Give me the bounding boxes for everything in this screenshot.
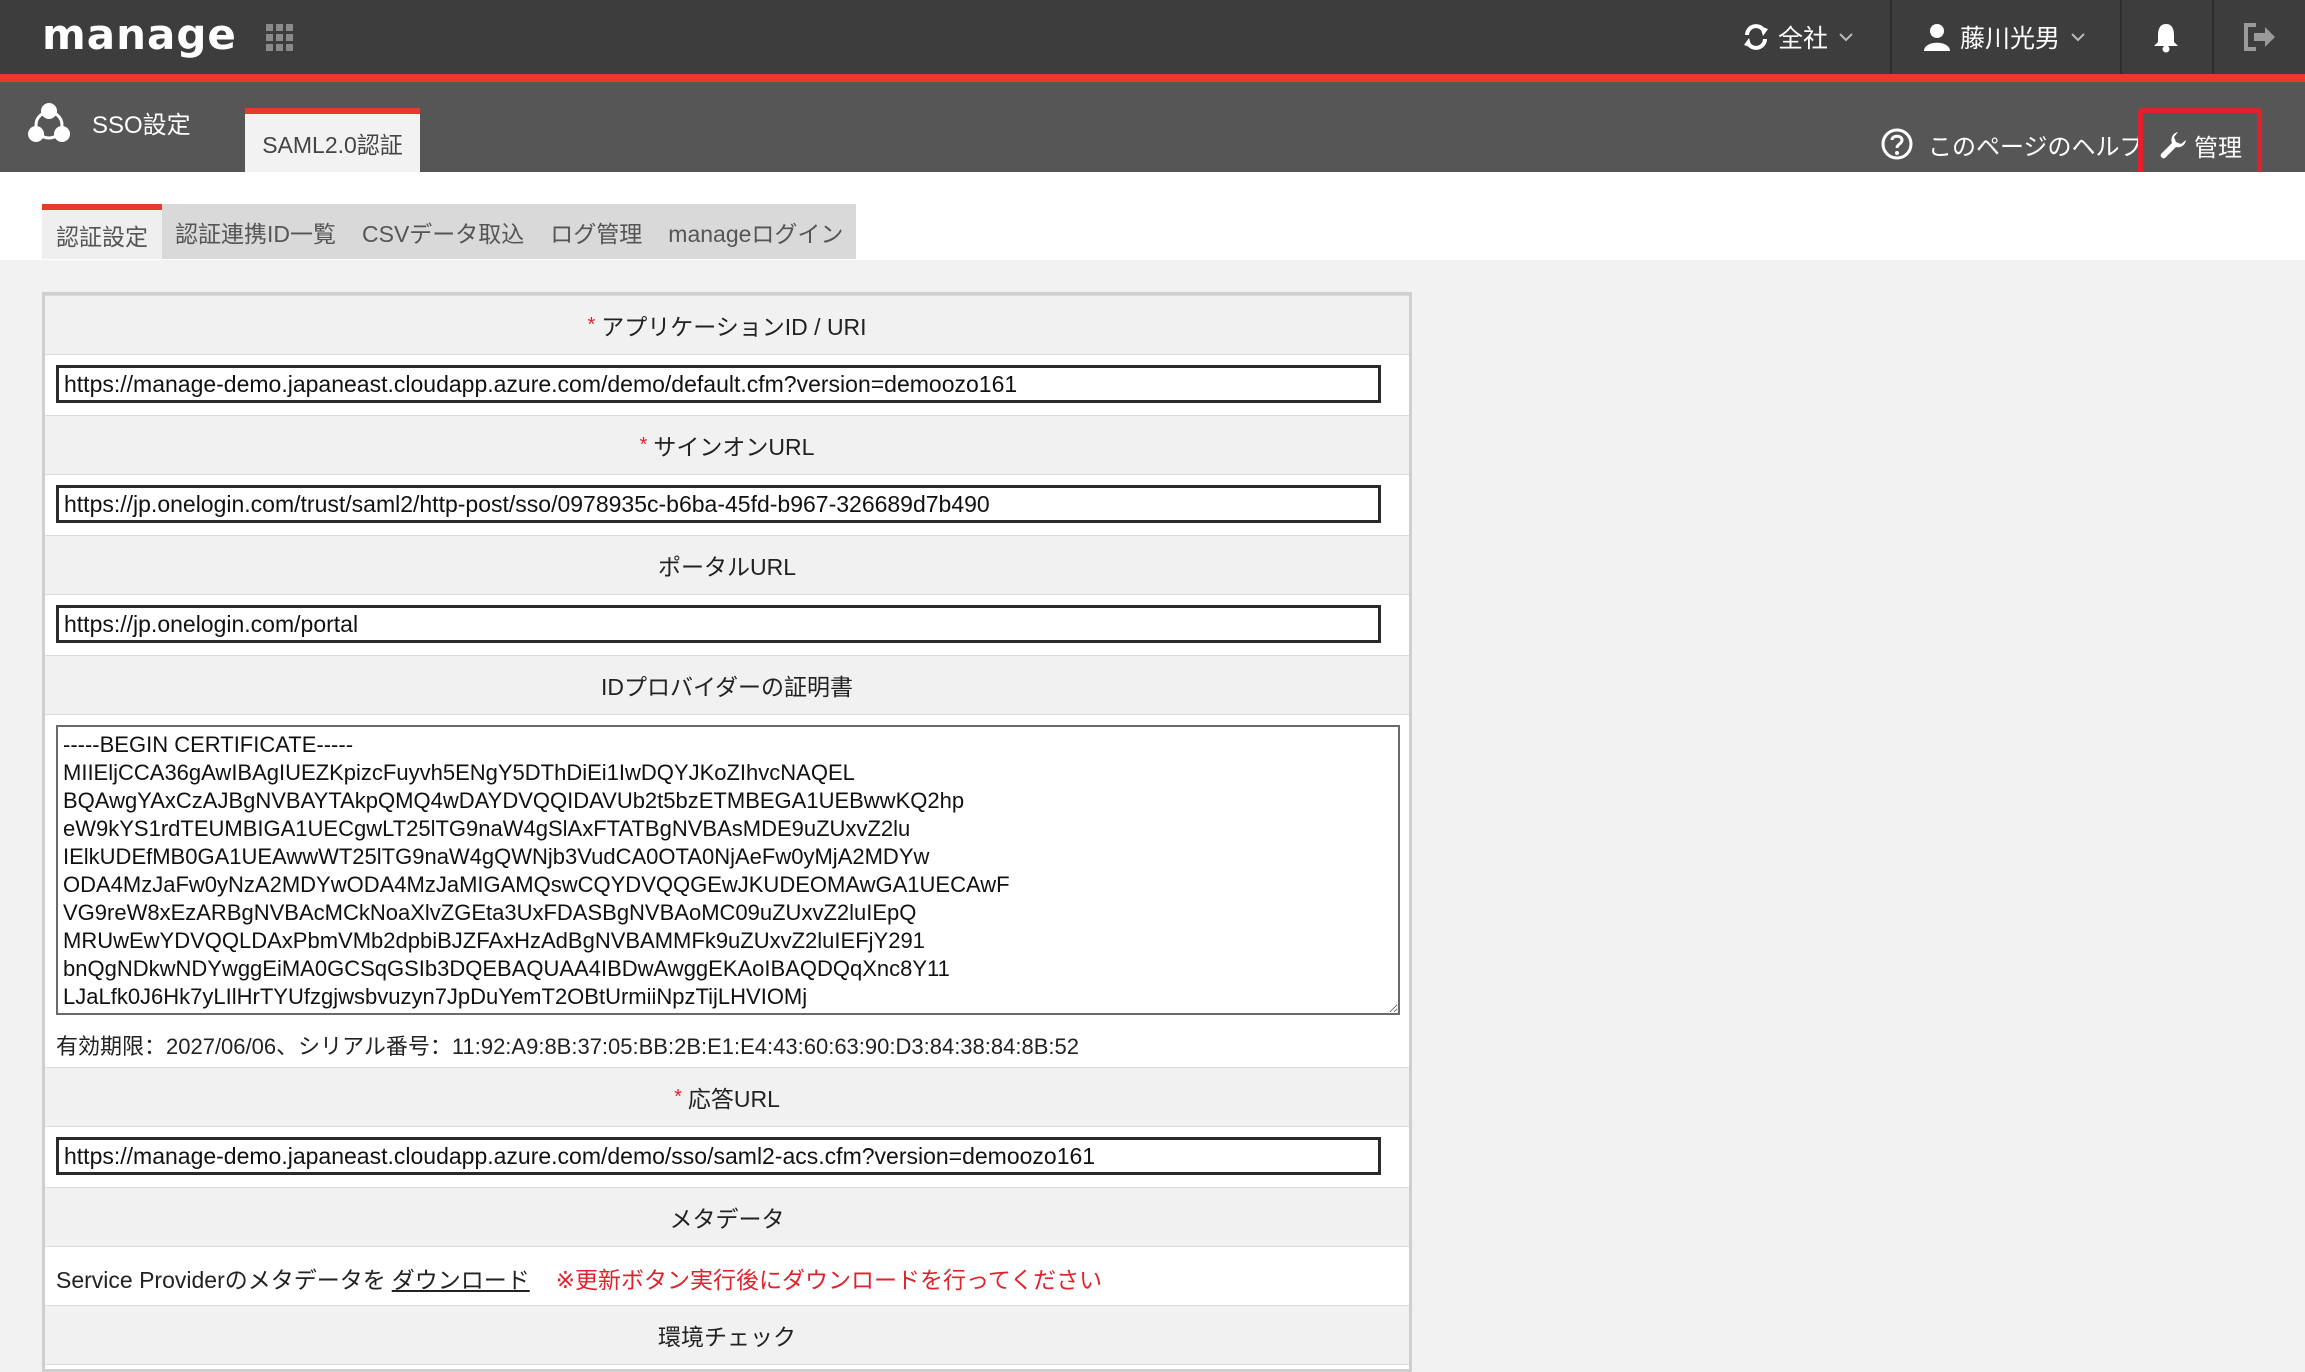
chevron-down-icon xyxy=(1839,33,1853,42)
metadata-warning: ※更新ボタン実行後にダウンロードを行ってください xyxy=(555,1267,1103,1293)
help-label: このページのヘルプ xyxy=(1928,133,2138,161)
app-grid-icon[interactable] xyxy=(264,22,296,54)
metadata-header: メタデータ xyxy=(45,1187,1409,1247)
user-menu[interactable]: 藤川光男 xyxy=(1922,0,2086,74)
tab-csv-import[interactable]: CSVデータ取込 xyxy=(349,204,537,259)
user-icon xyxy=(1924,24,1950,51)
sub-header: SSO設定 SAML2.0認証 このページのヘルプ xyxy=(0,82,2305,172)
logout-button[interactable] xyxy=(2240,0,2280,74)
company-switcher[interactable]: 全社 xyxy=(1740,0,1854,74)
settings-tabs: 認証設定 認証連携ID一覧 CSVデータ取込 ログ管理 manageログイン xyxy=(42,204,857,259)
top-navbar: manage 全社 藤川光男 xyxy=(0,0,2305,82)
idp-cert-header: IDプロバイダーの証明書 xyxy=(45,655,1409,715)
cert-expiry-info: 有効期限：2027/06/06、シリアル番号：11:92:A9:8B:37:05… xyxy=(56,1034,1079,1059)
tab-auth-id-list[interactable]: 認証連携ID一覧 xyxy=(162,204,349,259)
help-link[interactable]: このページのヘルプ xyxy=(1880,124,2138,164)
logout-icon xyxy=(2244,23,2275,51)
help-icon xyxy=(1881,128,1913,160)
acs-url-input[interactable] xyxy=(56,1137,1381,1175)
app-logo[interactable]: manage xyxy=(42,6,237,64)
app-id-label: アプリケーションID / URI xyxy=(601,314,867,340)
divider xyxy=(2212,0,2214,74)
portal-url-input[interactable] xyxy=(56,605,1381,643)
env-check-label: 環境チェック xyxy=(658,1324,796,1350)
signon-url-header: * サインオンURL xyxy=(45,415,1409,475)
tab-manage-login[interactable]: manageログイン xyxy=(655,204,856,259)
notifications-button[interactable] xyxy=(2148,0,2184,74)
tab-log-management[interactable]: ログ管理 xyxy=(537,204,655,259)
tab-auth-settings[interactable]: 認証設定 xyxy=(42,204,162,259)
portal-url-label: ポータルURL xyxy=(657,554,796,580)
metadata-label: メタデータ xyxy=(669,1206,785,1232)
sso-icon xyxy=(28,103,70,142)
chevron-down-icon xyxy=(2071,33,2085,42)
bell-icon xyxy=(2154,24,2178,53)
acs-url-label: 応答URL xyxy=(687,1086,780,1112)
metadata-prefix: Service Providerのメタデータを xyxy=(56,1267,386,1293)
divider xyxy=(2120,0,2122,74)
wrench-icon xyxy=(2160,132,2186,159)
required-mark: * xyxy=(587,313,596,336)
required-mark: * xyxy=(674,1085,682,1108)
metadata-row: Service Providerのメタデータを ダウンロード ※更新ボタン実行後にダ… xyxy=(56,1261,1102,1295)
refresh-icon xyxy=(1744,24,1768,50)
app-id-input[interactable] xyxy=(56,365,1381,403)
admin-label: 管理 xyxy=(2194,134,2242,162)
idp-cert-label: IDプロバイダーの証明書 xyxy=(600,674,854,700)
acs-url-header: * 応答URL xyxy=(45,1067,1409,1127)
admin-button[interactable]: 管理 xyxy=(2138,108,2262,182)
tab-saml[interactable]: SAML2.0認証 xyxy=(245,108,420,172)
company-label: 全社 xyxy=(1778,25,1829,53)
signon-url-label: サインオンURL xyxy=(653,434,815,460)
idp-cert-textarea[interactable]: -----BEGIN CERTIFICATE----- MIIEljCCA36g… xyxy=(56,725,1400,1015)
app-id-header: * アプリケーションID / URI xyxy=(45,295,1409,355)
page-title: SSO設定 xyxy=(92,112,191,139)
required-mark: * xyxy=(639,433,648,456)
saml-settings-form: * アプリケーションID / URI * サインオンURL ポータルURL ID… xyxy=(42,292,1412,1372)
metadata-download-link[interactable]: ダウンロード xyxy=(392,1267,530,1293)
signon-url-input[interactable] xyxy=(56,485,1381,523)
env-check-header: 環境チェック xyxy=(45,1305,1409,1365)
divider xyxy=(1890,0,1892,74)
portal-url-header: ポータルURL xyxy=(45,535,1409,595)
user-name: 藤川光男 xyxy=(1960,25,2061,53)
